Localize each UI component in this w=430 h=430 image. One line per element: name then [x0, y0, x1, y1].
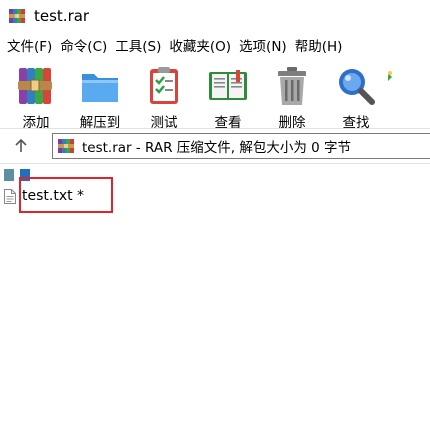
toolbar: 添加 解压到 测试 查看 删除 查找 — [0, 58, 430, 131]
window-title: test.rar — [34, 7, 90, 25]
extract-to-label: 解压到 — [79, 115, 121, 131]
menu-bar: 文件(F) 命令(C) 工具(S) 收藏夹(O) 选项(N) 帮助(H) — [0, 32, 430, 58]
view-label: 查看 — [214, 115, 242, 131]
path-field[interactable]: test.rar - RAR 压缩文件, 解包大小为 0 字节 — [52, 133, 430, 159]
folder-icon — [78, 64, 122, 108]
menu-commands[interactable]: 命令(C) — [57, 35, 112, 55]
add-label: 添加 — [22, 115, 50, 131]
trash-can-icon — [270, 64, 314, 108]
wand-icon — [388, 64, 406, 108]
delete-label: 删除 — [278, 115, 306, 131]
column-header-marker[interactable] — [4, 169, 14, 181]
magnifier-icon — [334, 64, 378, 108]
up-arrow-icon[interactable] — [4, 132, 38, 160]
path-text: test.rar - RAR 压缩文件, 解包大小为 0 字节 — [82, 140, 352, 156]
file-name: test.txt * — [22, 188, 85, 204]
delete-button[interactable]: 删除 — [260, 58, 324, 131]
file-list: test.txt * — [0, 164, 430, 394]
file-row[interactable]: test.txt * — [4, 187, 84, 205]
winrar-archive-icon — [57, 137, 75, 155]
wizard-button[interactable] — [388, 58, 406, 128]
text-file-icon — [4, 188, 16, 204]
clipboard-check-icon — [142, 64, 186, 108]
column-header-marker-selected[interactable] — [20, 169, 30, 181]
path-bar: test.rar - RAR 压缩文件, 解包大小为 0 字节 — [0, 129, 430, 164]
open-book-icon — [206, 64, 250, 108]
archive-books-icon — [14, 64, 58, 108]
add-button[interactable]: 添加 — [4, 58, 68, 131]
view-button[interactable]: 查看 — [196, 58, 260, 131]
menu-file[interactable]: 文件(F) — [4, 35, 57, 55]
winrar-archive-icon — [8, 7, 26, 25]
test-label: 测试 — [150, 115, 178, 131]
test-button[interactable]: 测试 — [132, 58, 196, 131]
menu-favorites[interactable]: 收藏夹(O) — [166, 35, 236, 55]
title-bar: test.rar — [0, 0, 430, 32]
menu-options[interactable]: 选项(N) — [236, 35, 292, 55]
find-button[interactable]: 查找 — [324, 58, 388, 131]
winrar-window: test.rar 文件(F) 命令(C) 工具(S) 收藏夹(O) 选项(N) … — [0, 0, 430, 430]
menu-tools[interactable]: 工具(S) — [112, 35, 166, 55]
extract-to-button[interactable]: 解压到 — [68, 58, 132, 131]
menu-help[interactable]: 帮助(H) — [292, 35, 348, 55]
find-label: 查找 — [342, 115, 370, 131]
